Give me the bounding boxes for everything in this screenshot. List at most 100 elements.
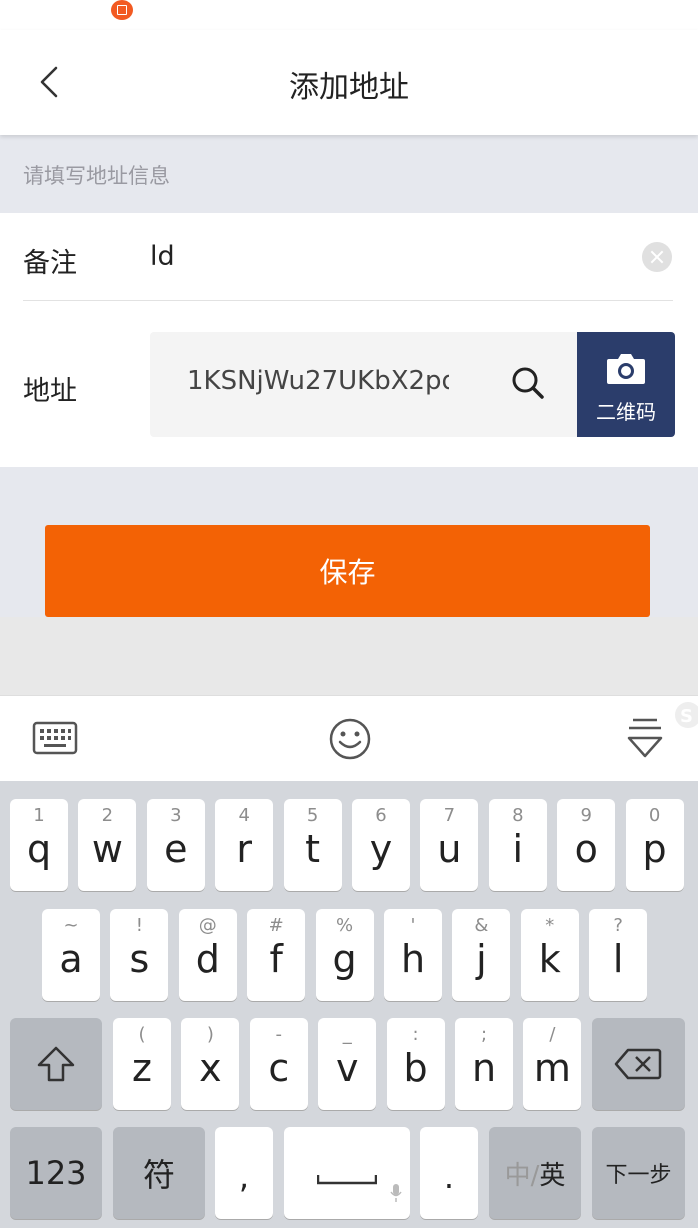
key-j[interactable]: & j xyxy=(452,909,511,1001)
key-g[interactable]: % g xyxy=(315,909,374,1001)
shift-icon xyxy=(37,1046,75,1082)
keyboard: 1q2w3e4r5t6y7u8i9o0p ~ a! s @ d # f% g ' h & j * k? l … xyxy=(0,781,698,1228)
keyboard-icon[interactable] xyxy=(32,721,78,755)
key-r[interactable]: 4r xyxy=(215,799,274,891)
address-form: 备注 ld 地址 1KSNjWu27UKbX2pdLC 二维码 xyxy=(0,213,698,467)
key-s[interactable]: ! s xyxy=(110,909,169,1001)
key-m[interactable]: / m xyxy=(523,1018,582,1110)
language-switch-label: 中/英 xyxy=(489,1127,581,1219)
address-input[interactable]: 1KSNjWu27UKbX2pdLC xyxy=(187,366,449,396)
key-hint: ? xyxy=(613,915,623,936)
space-key[interactable] xyxy=(284,1127,410,1219)
key-hint: 8 xyxy=(512,805,524,826)
key-hint: 3 xyxy=(170,805,182,826)
language-zh: 中/ xyxy=(504,1160,540,1191)
language-switch-key[interactable]: 中/英 xyxy=(489,1127,581,1219)
key-hint: ' xyxy=(410,915,416,936)
camera-icon xyxy=(607,354,645,384)
backspace-key[interactable] xyxy=(592,1018,685,1110)
key-q[interactable]: 1q xyxy=(10,799,68,891)
key-hint: 5 xyxy=(306,805,319,826)
key-label: w xyxy=(91,827,123,871)
key-t[interactable]: 5t xyxy=(283,799,342,891)
status-bar xyxy=(0,0,698,30)
screenshot-indicator-icon xyxy=(111,0,133,20)
key-i[interactable]: 8i xyxy=(488,799,547,891)
key-hint: ( xyxy=(138,1024,146,1045)
key-label: l xyxy=(612,937,624,981)
language-en: 英 xyxy=(539,1160,566,1191)
microphone-icon xyxy=(390,1184,402,1202)
emoji-icon[interactable] xyxy=(328,717,372,761)
key-label: q xyxy=(26,827,52,871)
space-bar-icon xyxy=(317,1175,377,1185)
backdrop xyxy=(0,617,698,695)
key-l[interactable]: ? l xyxy=(589,909,648,1001)
key-e[interactable]: 3e xyxy=(146,799,205,891)
save-button[interactable]: 保存 xyxy=(45,525,650,617)
key-hint: 1 xyxy=(33,805,45,826)
key-label: g xyxy=(332,937,357,981)
symbols-key[interactable]: 符 xyxy=(113,1127,205,1219)
key-hint: ~ xyxy=(63,915,79,936)
keyboard-toolbar: S xyxy=(0,695,698,782)
period-key-label: . xyxy=(443,1158,455,1196)
key-label: n xyxy=(471,1046,497,1090)
key-z[interactable]: (z xyxy=(113,1018,171,1110)
nav-header: 添加地址 xyxy=(0,30,698,135)
key-b[interactable]: :b xyxy=(386,1018,445,1110)
key-hint: 4 xyxy=(238,805,250,826)
key-label: s xyxy=(129,937,150,981)
key-label: c xyxy=(268,1046,290,1090)
key-hint: 9 xyxy=(580,805,592,826)
key-label: k xyxy=(538,937,561,981)
shift-key[interactable] xyxy=(10,1018,102,1110)
comma-key[interactable]: , xyxy=(215,1127,273,1219)
symbols-key-label: 符 xyxy=(142,1156,175,1194)
address-label: 地址 xyxy=(23,376,77,407)
key-hint: @ xyxy=(198,915,217,936)
search-icon[interactable] xyxy=(510,365,546,401)
key-v[interactable]: _ v xyxy=(318,1018,377,1110)
note-input[interactable]: ld xyxy=(150,241,175,272)
key-k[interactable]: * k xyxy=(520,909,579,1001)
key-hint: # xyxy=(268,915,284,936)
next-step-key[interactable]: 下一步 xyxy=(592,1127,685,1219)
key-label: p xyxy=(642,827,667,871)
key-label: d xyxy=(195,937,220,981)
key-label: z xyxy=(132,1046,152,1090)
qr-scan-button[interactable]: 二维码 xyxy=(577,332,675,437)
key-hint: - xyxy=(275,1024,283,1045)
key-o[interactable]: 9o xyxy=(557,799,616,891)
page-title: 添加地址 xyxy=(289,70,409,105)
key-hint: / xyxy=(549,1024,556,1045)
key-c[interactable]: -c xyxy=(249,1018,308,1110)
key-a[interactable]: ~ a xyxy=(42,909,100,1001)
key-hint: _ xyxy=(342,1024,352,1045)
key-h[interactable]: ' h xyxy=(384,909,442,1001)
qr-button-label: 二维码 xyxy=(596,400,656,424)
key-f[interactable]: # f xyxy=(247,909,306,1001)
key-hint: 6 xyxy=(375,805,387,826)
key-y[interactable]: 6y xyxy=(352,799,410,891)
key-label: b xyxy=(403,1046,428,1090)
key-u[interactable]: 7u xyxy=(420,799,479,891)
clear-icon[interactable] xyxy=(642,242,672,272)
key-hint: ) xyxy=(206,1024,214,1045)
key-label: u xyxy=(437,827,462,871)
key-label: i xyxy=(512,827,524,871)
key-label: e xyxy=(164,827,188,871)
period-key[interactable]: . xyxy=(420,1127,478,1219)
key-n[interactable]: ; n xyxy=(455,1018,513,1110)
next-step-key-label: 下一步 xyxy=(605,1163,672,1188)
section-label: 请填写地址信息 xyxy=(23,164,170,188)
key-d[interactable]: @ d xyxy=(178,909,237,1001)
key-w[interactable]: 2w xyxy=(78,799,137,891)
key-hint: % xyxy=(336,915,354,936)
hide-keyboard-icon[interactable] xyxy=(625,716,665,760)
key-hint: & xyxy=(474,915,489,936)
key-x[interactable]: ) x xyxy=(181,1018,240,1110)
key-p[interactable]: 0p xyxy=(625,799,684,891)
address-input-box[interactable]: 1KSNjWu27UKbX2pdLC xyxy=(150,332,578,437)
numbers-key[interactable]: 123 xyxy=(10,1127,102,1219)
